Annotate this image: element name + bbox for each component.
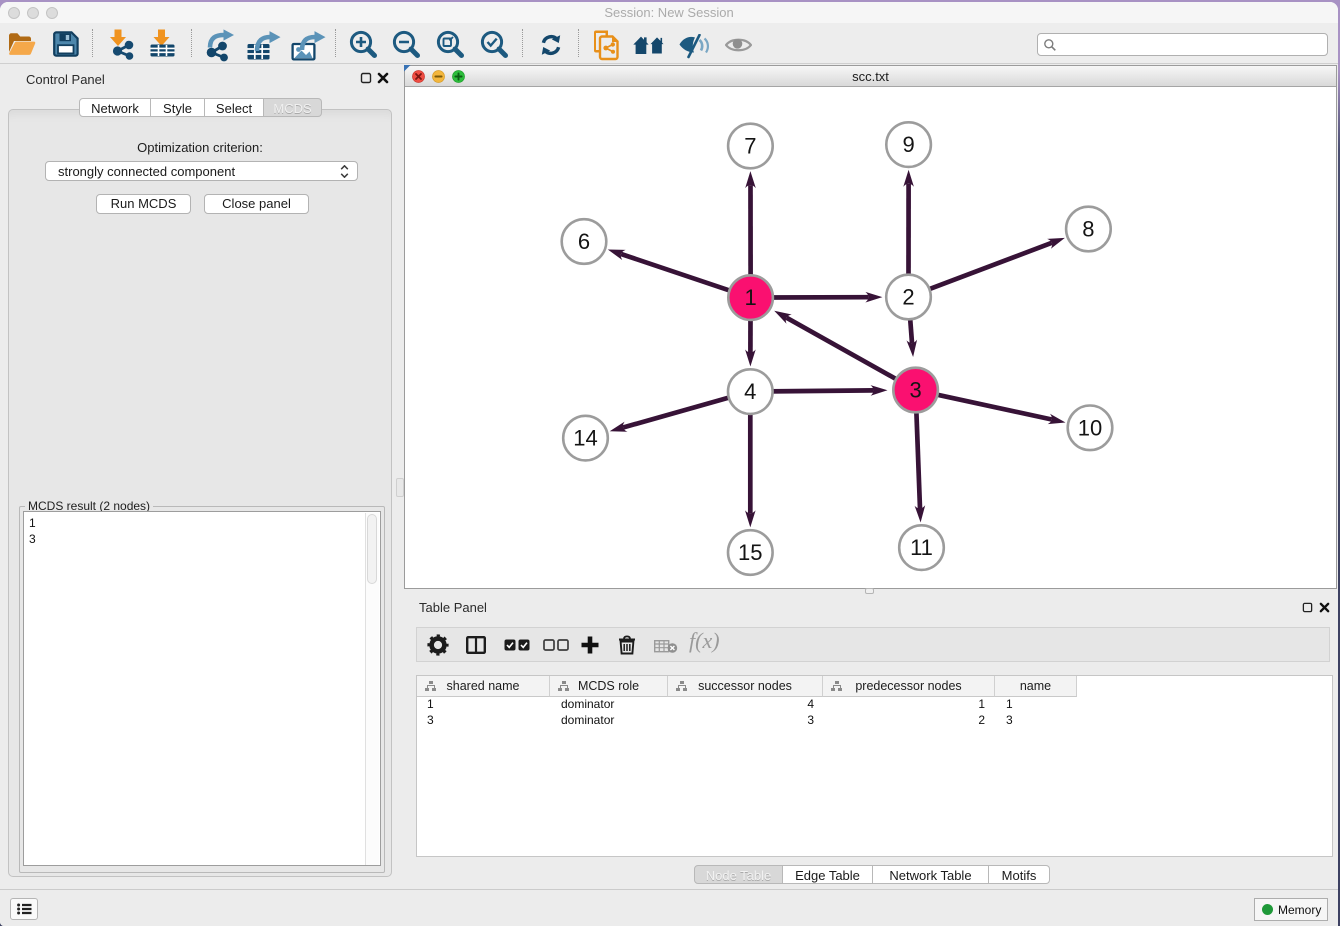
svg-text:4: 4 bbox=[744, 379, 756, 404]
svg-text:9: 9 bbox=[902, 132, 914, 157]
svg-text:14: 14 bbox=[573, 426, 597, 451]
svg-text:15: 15 bbox=[738, 540, 762, 565]
svg-text:6: 6 bbox=[578, 229, 590, 254]
svg-text:7: 7 bbox=[744, 134, 756, 159]
svg-text:2: 2 bbox=[902, 285, 914, 310]
svg-text:1: 1 bbox=[744, 285, 756, 310]
svg-text:3: 3 bbox=[909, 378, 921, 403]
svg-text:8: 8 bbox=[1082, 217, 1094, 242]
svg-text:11: 11 bbox=[910, 535, 933, 560]
svg-text:10: 10 bbox=[1078, 415, 1102, 440]
